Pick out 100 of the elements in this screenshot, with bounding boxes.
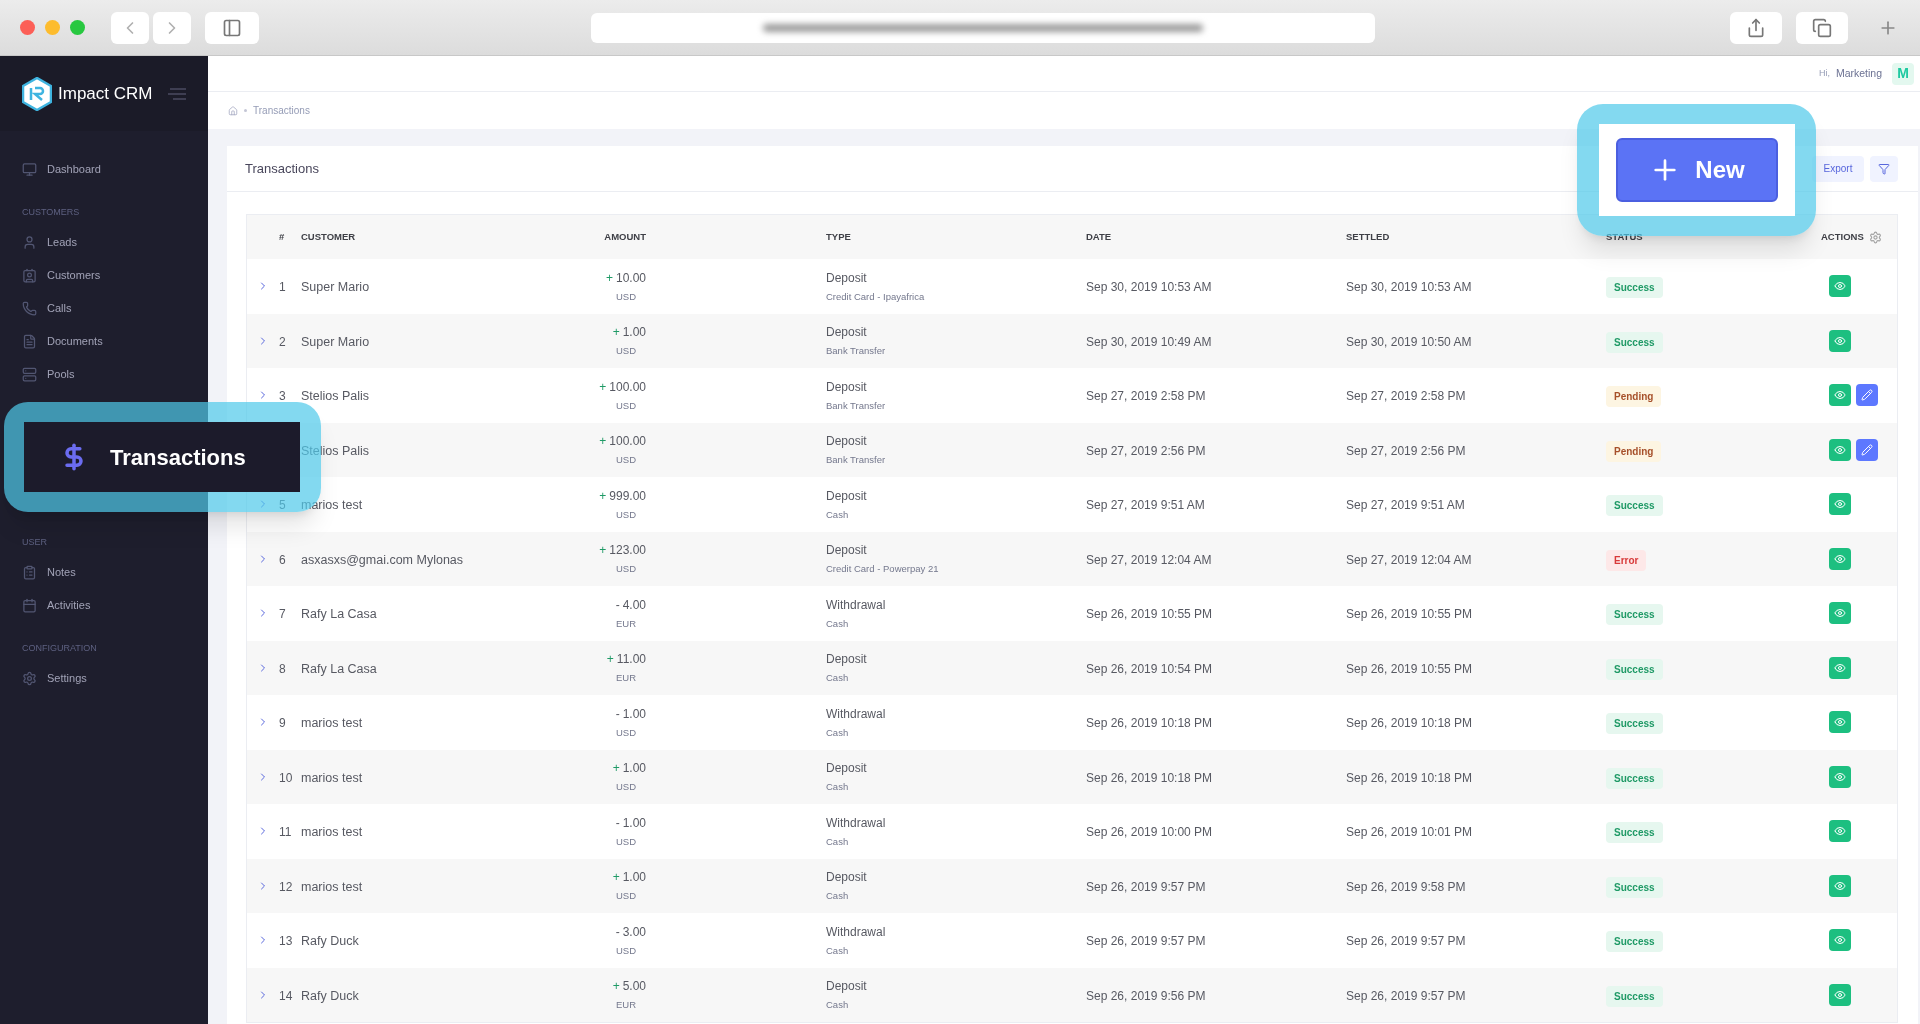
view-button[interactable] xyxy=(1829,438,1851,461)
payment-method: Cash xyxy=(826,834,850,849)
forward-button[interactable] xyxy=(153,11,191,44)
status-badge: Success xyxy=(1606,767,1663,789)
filter-button[interactable] xyxy=(1870,155,1898,182)
row-number: 3 xyxy=(279,389,286,404)
new-button[interactable]: New xyxy=(1616,138,1778,202)
sidebar-item[interactable]: Leads xyxy=(0,226,208,259)
date: Sep 26, 2019 10:18 PM xyxy=(1086,716,1213,731)
contact-card-icon xyxy=(22,268,37,283)
date: Sep 26, 2019 9:57 PM xyxy=(1086,934,1206,949)
eye-icon xyxy=(1834,934,1846,947)
customer-name: Super Mario xyxy=(301,334,370,349)
sidebar-item[interactable]: Pools xyxy=(0,358,208,391)
transaction-type: Deposit xyxy=(826,378,868,396)
amount-value: 1.00 xyxy=(622,814,646,832)
view-button[interactable] xyxy=(1829,874,1851,897)
status-badge: Success xyxy=(1606,876,1663,898)
view-button[interactable] xyxy=(1829,929,1851,952)
amount-sign: + xyxy=(599,378,607,396)
edit-button[interactable] xyxy=(1856,438,1878,461)
settled-date: Sep 26, 2019 9:57 PM xyxy=(1346,934,1466,949)
transaction-type: Deposit xyxy=(826,269,868,287)
view-button[interactable] xyxy=(1829,493,1851,516)
amount-value: 5.00 xyxy=(622,978,646,996)
status-badge: Success xyxy=(1606,713,1663,735)
view-button[interactable] xyxy=(1829,602,1851,625)
amount-sign: - xyxy=(615,705,620,723)
customer-name: Rafy Duck xyxy=(301,934,359,949)
share-icon xyxy=(1746,17,1766,38)
customer-name: Rafy Duck xyxy=(301,988,359,1003)
payment-method: Cash xyxy=(826,943,850,958)
view-button[interactable] xyxy=(1829,711,1851,734)
server-icon xyxy=(22,367,37,382)
eye-icon xyxy=(1834,770,1846,783)
row-number: 2 xyxy=(279,334,286,349)
settled-date: Sep 26, 2019 10:55 PM xyxy=(1346,607,1473,622)
transactions-callout[interactable]: Transactions xyxy=(24,422,300,492)
eye-icon xyxy=(1834,552,1846,565)
eye-icon xyxy=(1834,498,1846,511)
view-button[interactable] xyxy=(1829,384,1851,407)
amount-value: 11.00 xyxy=(616,651,646,669)
currency: USD xyxy=(615,562,637,577)
view-button[interactable] xyxy=(1829,820,1851,843)
home-icon[interactable] xyxy=(228,105,238,116)
transaction-type: Deposit xyxy=(826,760,868,778)
customer-name: asxasxs@gmai.com Mylonas xyxy=(301,552,464,567)
currency: USD xyxy=(615,453,637,468)
view-button[interactable] xyxy=(1829,765,1851,788)
column-header: ACTIONS xyxy=(1821,229,1864,244)
sidebar-toggle-button[interactable] xyxy=(205,11,259,44)
transaction-type: Deposit xyxy=(826,324,868,342)
amount-value: 999.00 xyxy=(609,487,646,505)
row-number: 8 xyxy=(279,661,286,676)
view-button[interactable] xyxy=(1829,983,1851,1006)
view-button[interactable] xyxy=(1829,656,1851,679)
payment-method: Credit Card - Ipayafrica xyxy=(826,289,926,304)
section-label: USER xyxy=(21,536,48,550)
row-number: 6 xyxy=(279,552,286,567)
customer-name: Stelios Palis xyxy=(301,389,370,404)
settled-date: Sep 27, 2019 12:04 AM xyxy=(1346,552,1472,567)
settings-icon[interactable] xyxy=(1868,230,1882,244)
sidebar-item[interactable]: Settings xyxy=(0,662,208,695)
url-bar[interactable] xyxy=(591,12,1375,43)
status-badge: Pending xyxy=(1606,440,1662,462)
customer-name: marios test xyxy=(301,770,363,785)
edit-button[interactable] xyxy=(1856,384,1878,407)
payment-method: Cash xyxy=(826,998,850,1013)
settled-date: Sep 30, 2019 10:50 AM xyxy=(1346,334,1472,349)
eye-icon xyxy=(1834,389,1846,402)
status-badge: Success xyxy=(1606,277,1663,299)
transaction-type: Deposit xyxy=(826,869,868,887)
amount-value: 1.00 xyxy=(622,324,646,342)
date: Sep 26, 2019 10:00 PM xyxy=(1086,825,1213,840)
amount-value: 1.00 xyxy=(622,760,646,778)
tabs-button[interactable] xyxy=(1796,11,1848,44)
row-number: 13 xyxy=(279,934,293,949)
sidebar-item[interactable]: Dashboard xyxy=(0,153,208,186)
amount-sign: + xyxy=(599,433,607,451)
date: Sep 27, 2019 9:51 AM xyxy=(1086,498,1205,513)
sidebar-item[interactable]: Notes xyxy=(0,556,208,589)
section-label: CUSTOMERS xyxy=(21,206,81,220)
transaction-type: Withdrawal xyxy=(826,923,887,941)
pencil-icon xyxy=(1861,443,1873,456)
sidebar-item[interactable]: Calls xyxy=(0,292,208,325)
back-button[interactable] xyxy=(111,11,149,44)
sidebar-item[interactable]: Customers xyxy=(0,259,208,292)
customer-name: Rafy La Casa xyxy=(301,661,377,676)
sidebar-item[interactable]: Activities xyxy=(0,589,208,622)
menu-icon[interactable] xyxy=(168,87,186,100)
sidebar-item[interactable]: Documents xyxy=(0,325,208,358)
eye-icon xyxy=(1834,661,1846,674)
view-button[interactable] xyxy=(1829,329,1851,352)
currency: USD xyxy=(615,943,637,958)
amount-value: 10.00 xyxy=(615,269,646,287)
view-button[interactable] xyxy=(1829,547,1851,570)
column-header: STATUS xyxy=(1606,229,1644,244)
sidebar-icon xyxy=(222,17,242,38)
share-button[interactable] xyxy=(1730,11,1782,44)
view-button[interactable] xyxy=(1829,275,1851,298)
